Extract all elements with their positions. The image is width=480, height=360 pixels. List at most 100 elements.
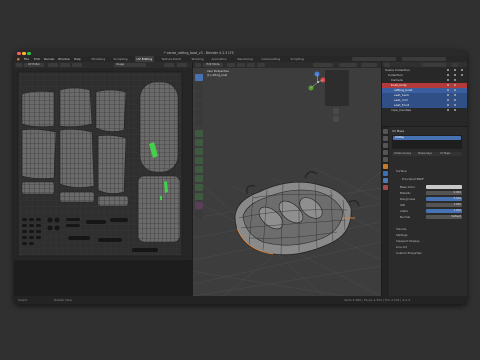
move-tool-button[interactable] [195, 92, 203, 99]
minimize-button[interactable] [22, 51, 26, 55]
poly-build-tool-button[interactable] [195, 175, 203, 182]
transform-orientation[interactable] [313, 63, 333, 67]
spin-tool-button[interactable] [195, 184, 203, 191]
bevel-tool-button[interactable] [195, 148, 203, 155]
properties-tab-row: Vertex Groups Shape Keys UV Maps [392, 152, 462, 156]
overlay-toggle[interactable] [361, 63, 377, 67]
rip-tool-button[interactable] [195, 211, 203, 218]
smooth-tool-button[interactable] [195, 193, 203, 200]
object-tab[interactable] [383, 164, 388, 169]
knife-tool-button[interactable] [195, 166, 203, 173]
uv-select-menu[interactable] [60, 63, 70, 67]
n-panel-popover[interactable] [325, 70, 349, 106]
outliner-row-label: Scene Collection [385, 68, 410, 72]
blender-window: * canoe_rafting_boat_v3 - Blender 4.2.3 … [14, 50, 467, 304]
status-select: Select [18, 298, 28, 302]
section-line-art[interactable]: Line Art [396, 245, 407, 249]
transform-tool-button[interactable] [195, 119, 203, 126]
outliner-row-label: seat_back [394, 93, 410, 97]
uv-editor-canvas[interactable] [14, 68, 192, 260]
uv-maps-header: UV Maps [392, 129, 405, 133]
uv-view-menu[interactable] [48, 63, 58, 67]
inset-tool-button[interactable] [195, 139, 203, 146]
shear-tool-button[interactable] [195, 202, 203, 209]
section-volume[interactable]: Volume [396, 227, 406, 231]
section-settings[interactable]: Settings [396, 233, 407, 237]
loop-cut-tool-button[interactable] [195, 157, 203, 164]
field-label: Alpha [400, 209, 408, 213]
ior-field[interactable]: 1.500 [426, 203, 462, 207]
3d-viewport[interactable]: User Perspective (1) rafting_boat [193, 68, 381, 296]
scale-tool-button[interactable] [195, 110, 203, 117]
uv-menu[interactable] [72, 63, 82, 67]
tool-tab[interactable] [383, 129, 388, 134]
section-viewport-display[interactable]: Viewport Display [396, 239, 420, 243]
outliner-search-input[interactable] [422, 62, 446, 67]
viewport-add-menu[interactable] [247, 63, 255, 67]
tab-shape-keys[interactable]: Shape Keys [418, 152, 432, 156]
section-custom-properties[interactable]: Custom Properties [396, 251, 422, 255]
surface-material: Principled BSDF [402, 177, 424, 181]
uv-map-name: UVMap [395, 136, 405, 139]
data-tab[interactable] [383, 178, 388, 183]
alpha-field[interactable]: 1.000 [426, 209, 462, 213]
viewport-mesh-menu[interactable] [257, 63, 265, 67]
cursor-tool-button[interactable] [195, 83, 203, 90]
rotate-tool-button[interactable] [195, 101, 203, 108]
uv-map-list[interactable]: UVMap [392, 135, 462, 149]
scene-selector[interactable] [352, 57, 396, 61]
viewport-view-menu[interactable] [227, 63, 235, 67]
properties-tab-bar [382, 127, 389, 296]
filter-icon[interactable] [452, 62, 458, 67]
mode-dropdown[interactable]: Edit Mode [203, 63, 223, 67]
extrude-tool-button[interactable] [195, 130, 203, 137]
viewport-shading-buttons[interactable] [339, 63, 357, 67]
outliner-row-label: Camera [391, 78, 403, 82]
section-surface[interactable]: Surface [396, 169, 407, 173]
metallic-field[interactable]: 0.000 [426, 191, 462, 195]
object-label: (1) rafting_boat [207, 74, 228, 77]
outliner-row-label: seat_front [394, 103, 410, 107]
properties-editor: UV Maps UVMap Vertex Groups Shape Keys U… [382, 127, 467, 296]
roughness-field[interactable]: 0.500 [426, 197, 462, 201]
tab-vertex-groups[interactable]: Vertex Groups [394, 152, 411, 156]
image-selector[interactable]: Image [114, 63, 146, 67]
uv-overlay-toggle[interactable] [177, 63, 187, 67]
visibility-icons[interactable] [442, 68, 466, 113]
normal-field[interactable]: Default [426, 215, 462, 219]
status-stats: Verts 2,480 | Faces 2,352 | Tris 4,704 |… [344, 298, 411, 302]
viewport-scene [193, 68, 381, 296]
outliner-row-label: rafting_boat [394, 88, 413, 92]
view-layer-selector[interactable] [402, 57, 446, 61]
select-tool-button[interactable] [195, 74, 203, 81]
maximize-button[interactable] [27, 51, 31, 55]
outliner-row-label: rope_handles [391, 108, 412, 112]
outliner-type-icon[interactable] [384, 62, 390, 67]
outliner-row-label: Collection [388, 73, 403, 77]
status-rotate: Rotate View [54, 298, 72, 302]
field-label: Normal [400, 215, 411, 219]
material-tab[interactable] [383, 185, 388, 190]
editor-type-icon[interactable] [16, 63, 22, 67]
field-label: Roughness [400, 197, 416, 201]
uv-layout [17, 71, 183, 257]
viewport-select-menu[interactable] [237, 63, 245, 67]
close-button[interactable] [17, 51, 21, 55]
status-bar: Select Rotate View Verts 2,480 | Faces 2… [14, 296, 467, 304]
outliner: Scene Collection Collection Camera boat_… [382, 62, 467, 126]
view-label: User Perspective [207, 70, 229, 73]
world-tab[interactable] [383, 157, 388, 162]
viewport-editor-type-icon[interactable] [195, 63, 201, 67]
render-tab[interactable] [383, 136, 388, 141]
field-label: Metallic [400, 191, 411, 195]
outliner-row-label: boat_body [391, 83, 407, 87]
uv-snap-toggle[interactable] [164, 63, 174, 67]
uv-map-item-selected[interactable]: UVMap [393, 136, 461, 140]
scene-tab[interactable] [383, 150, 388, 155]
base-color-swatch[interactable] [426, 185, 462, 189]
output-tab[interactable] [383, 143, 388, 148]
tab-uv-maps[interactable]: UV Maps [440, 152, 450, 156]
modifier-tab[interactable] [383, 171, 388, 176]
uv-mode-dropdown[interactable]: UV Editor [24, 63, 44, 67]
field-label: IOR [400, 203, 405, 207]
